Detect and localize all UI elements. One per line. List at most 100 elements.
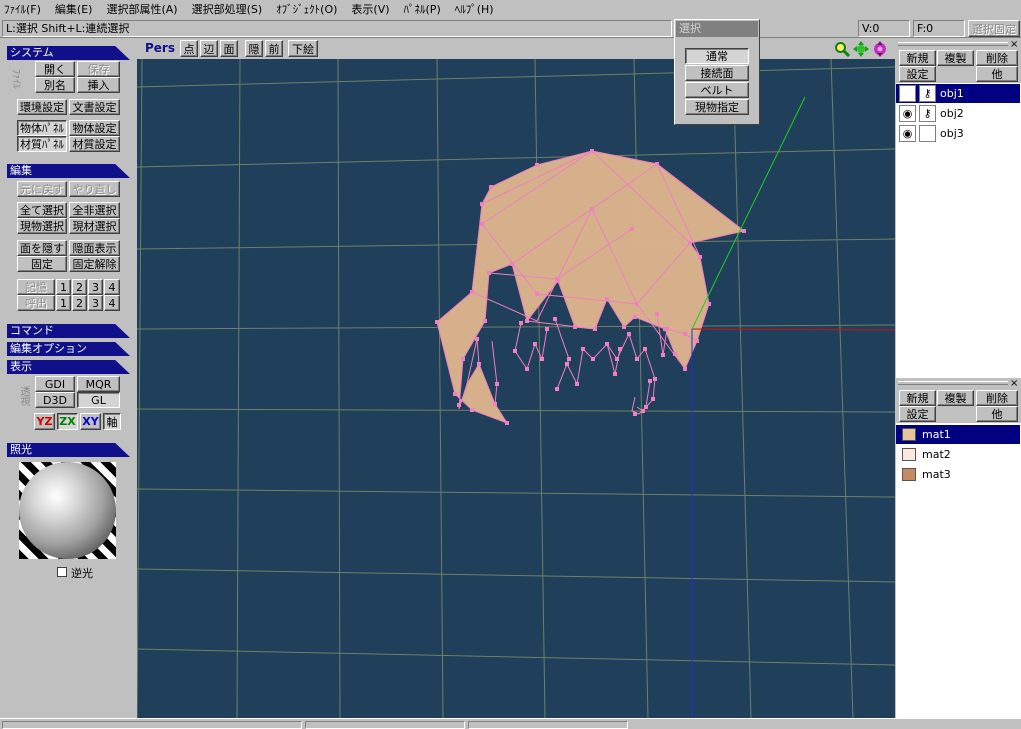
material-settings-button[interactable]: 材質設定	[69, 136, 120, 152]
hair-mesh[interactable]	[435, 149, 746, 425]
object-delete-button[interactable]: 削除	[976, 50, 1018, 66]
select-all-button[interactable]: 全て選択	[17, 202, 67, 218]
memory-slot-2[interactable]: 2	[72, 279, 87, 295]
show-hidden-button[interactable]: 隠面表示	[69, 240, 120, 256]
select-normal-button[interactable]: 通常	[685, 48, 749, 64]
select-current-object-button[interactable]: 現物選択	[17, 218, 67, 234]
front-button[interactable]: 前	[265, 40, 283, 57]
object-panel-grip[interactable]	[898, 42, 1008, 46]
eye-icon[interactable]: ◉	[899, 125, 916, 142]
memory-slot-3[interactable]: 3	[88, 279, 103, 295]
selection-panel-title[interactable]: 選択	[676, 21, 758, 37]
object-row[interactable]: ◉ obj3	[896, 124, 1020, 143]
light-sphere-preview[interactable]	[19, 462, 116, 559]
material-duplicate-button[interactable]: 複製	[937, 390, 974, 406]
gdi-button[interactable]: GDI	[35, 376, 75, 392]
zx-plane-button[interactable]: ZX	[57, 413, 78, 430]
3d-viewport[interactable]	[137, 59, 895, 718]
axis-button[interactable]: 軸	[103, 413, 121, 430]
object-other-button[interactable]: 他	[976, 66, 1018, 82]
material-new-button[interactable]: 新規	[899, 390, 936, 406]
material-delete-button[interactable]: 削除	[976, 390, 1018, 406]
select-connected-button[interactable]: 接続面	[685, 65, 749, 81]
system-header[interactable]: システム	[7, 46, 130, 60]
memory-slot-1[interactable]: 1	[56, 279, 71, 295]
face-mode-button[interactable]: 面	[220, 40, 238, 57]
object-settings-button[interactable]: 物体設定	[69, 120, 120, 136]
material-panel-toggle[interactable]: 材質ﾊﾟﾈﾙ	[17, 136, 67, 152]
object-new-button[interactable]: 新規	[899, 50, 936, 66]
material-panel-grip[interactable]	[898, 381, 1008, 385]
menu-help[interactable]: ﾍﾙﾌﾟ(H)	[455, 1, 494, 17]
lock-icon[interactable]: ⚷	[919, 85, 936, 102]
d3d-button[interactable]: D3D	[35, 392, 75, 408]
lock-icon[interactable]: ⚷	[919, 105, 936, 122]
mqr-button[interactable]: MQR	[77, 376, 120, 392]
material-row[interactable]: mat1	[896, 425, 1020, 444]
menu-panel[interactable]: ﾊﾟﾈﾙ(P)	[404, 1, 441, 17]
hide-faces-button[interactable]: 面を隠す	[17, 240, 67, 256]
edit-header[interactable]: 編集	[7, 164, 130, 178]
menu-edit[interactable]: 編集(E)	[55, 1, 93, 17]
vertex-mode-button[interactable]: 点	[180, 40, 198, 57]
material-row[interactable]: mat3	[896, 465, 1020, 484]
object-row[interactable]: ⚷ obj1	[896, 84, 1020, 103]
save-button[interactable]: 保存	[77, 61, 120, 77]
selection-lock-button[interactable]: 選択固定	[968, 20, 1020, 37]
select-current-object-button[interactable]: 現物指定	[685, 99, 749, 115]
material-row[interactable]: mat2	[896, 445, 1020, 464]
object-duplicate-button[interactable]: 複製	[937, 50, 974, 66]
object-panel-close-icon[interactable]: ×	[1010, 39, 1018, 50]
object-panel-toggle[interactable]: 物体ﾊﾟﾈﾙ	[17, 120, 67, 136]
gl-button[interactable]: GL	[77, 392, 120, 408]
insert-button[interactable]: 挿入	[77, 77, 120, 93]
unfix-button[interactable]: 固定解除	[69, 256, 120, 272]
lighting-header[interactable]: 照光	[7, 443, 130, 457]
underlay-button[interactable]: 下絵	[288, 40, 318, 57]
material-settings-button[interactable]: 設定	[899, 406, 936, 422]
hidden-button[interactable]: 隠	[245, 40, 263, 57]
pan-icon[interactable]	[853, 41, 869, 57]
doc-settings-button[interactable]: 文書設定	[69, 99, 120, 115]
select-current-material-button[interactable]: 現材選択	[69, 218, 120, 234]
material-panel-close-icon[interactable]: ×	[1010, 378, 1018, 389]
yz-plane-button[interactable]: YZ	[34, 413, 55, 430]
deselect-all-button[interactable]: 全非選択	[69, 202, 120, 218]
xy-plane-button[interactable]: XY	[80, 413, 101, 430]
projection-mode-label[interactable]: Pers	[145, 41, 175, 55]
menu-view[interactable]: 表示(V)	[351, 1, 389, 17]
recall-slot-2[interactable]: 2	[72, 295, 87, 311]
menu-sel-proc[interactable]: 選択部処理(S)	[192, 1, 263, 17]
menu-sel-attr[interactable]: 選択部属性(A)	[106, 1, 177, 17]
eye-icon[interactable]: ◉	[899, 105, 916, 122]
memory-button[interactable]: 記憶	[17, 279, 55, 295]
backlight-checkbox[interactable]	[57, 567, 67, 577]
material-other-button[interactable]: 他	[976, 406, 1018, 422]
edge-mode-button[interactable]: 辺	[200, 40, 218, 57]
visibility-toggle[interactable]	[899, 85, 916, 102]
material-list: mat1 mat2 mat3	[896, 423, 1021, 718]
recall-slot-3[interactable]: 3	[88, 295, 103, 311]
save-as-button[interactable]: 別名	[35, 77, 75, 93]
memory-slot-4[interactable]: 4	[104, 279, 120, 295]
viewport-toolbar: Pers 点 辺 面 隠 前 下絵	[137, 39, 895, 59]
recall-button[interactable]: 呼出	[17, 295, 55, 311]
recall-slot-4[interactable]: 4	[104, 295, 120, 311]
rotate-icon[interactable]	[872, 41, 888, 57]
menu-file[interactable]: ﾌｧｲﾙ(F)	[4, 1, 41, 17]
lock-toggle[interactable]	[919, 125, 936, 142]
display-header[interactable]: 表示	[7, 360, 130, 374]
command-header[interactable]: コマンド	[7, 324, 130, 338]
zoom-icon[interactable]	[834, 41, 850, 57]
menu-object[interactable]: ｵﾌﾞｼﾞｪｸﾄ(O)	[276, 1, 337, 17]
env-settings-button[interactable]: 環境設定	[17, 99, 67, 115]
recall-slot-1[interactable]: 1	[56, 295, 71, 311]
fix-button[interactable]: 固定	[17, 256, 67, 272]
object-settings-button[interactable]: 設定	[899, 66, 936, 82]
undo-button[interactable]: 元に戻す	[17, 181, 67, 197]
open-button[interactable]: 開く	[35, 61, 75, 77]
object-row[interactable]: ◉ ⚷ obj2	[896, 104, 1020, 123]
redo-button[interactable]: やり直し	[69, 181, 120, 197]
edit-options-header[interactable]: 編集オプション	[7, 342, 130, 356]
select-belt-button[interactable]: ベルト	[685, 82, 749, 98]
